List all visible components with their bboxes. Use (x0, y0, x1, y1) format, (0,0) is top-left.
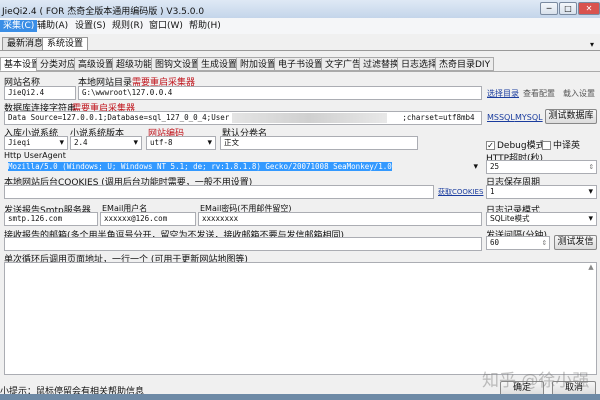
encoding-select[interactable]: utf-8 (146, 136, 216, 150)
ua-label: Http UserAgent (4, 151, 66, 160)
interval-spinner[interactable]: 60 (486, 236, 550, 250)
log-period-select[interactable]: 1 (486, 185, 597, 199)
menu-help[interactable]: 帮助(H) (186, 20, 224, 32)
email-user-input[interactable]: xxxxxx@126.com (100, 212, 196, 226)
tab-jieqi-dir-diy[interactable]: 杰奇目录DIY (435, 57, 495, 71)
ua-value: Mozilla/5.0 (Windows; U; Windows NT 5.1;… (8, 162, 392, 171)
receive-email-input[interactable] (4, 237, 482, 251)
doc-tab-system-settings[interactable]: 系统设置 (42, 37, 89, 50)
volume-input[interactable]: 正文 (220, 136, 418, 150)
choose-dir-link[interactable]: 选择目录 (487, 88, 519, 99)
minimize-button[interactable]: ─ (540, 2, 558, 15)
taskbar-edge (0, 394, 600, 400)
test-db-button[interactable]: 测试数据库 (545, 109, 597, 124)
zh-en-label: 中译英 (553, 141, 581, 151)
novel-system-select[interactable]: Jieqi (4, 136, 68, 150)
load-settings-link[interactable]: 载入设置 (563, 88, 595, 99)
menu-assist[interactable]: 辅助(A) (34, 20, 71, 32)
version-select[interactable]: 2.4 (70, 136, 142, 150)
checkbox-empty-icon (542, 141, 551, 150)
zh-en-checkbox[interactable]: 中译英 (542, 138, 580, 151)
menu-collect[interactable]: 采集(C) (0, 20, 38, 32)
title-bar: JieQi2.4 ( FOR 杰奇全版本通用编码版 ) V3.5.0.0 ─ □… (0, 0, 600, 18)
redacted-credentials (232, 113, 387, 123)
close-button[interactable]: ✕ (578, 2, 600, 15)
menu-rules[interactable]: 规则(R) (109, 20, 146, 32)
mysql-link[interactable]: MYSQL (515, 113, 543, 122)
email-pass-input[interactable]: xxxxxxxx (198, 212, 482, 226)
window-title: JieQi2.4 ( FOR 杰奇全版本通用编码版 ) V3.5.0.0 (2, 7, 205, 17)
menu-window[interactable]: 窗口(W) (146, 20, 186, 32)
smtp-input[interactable]: smtp.126.com (4, 212, 98, 226)
ua-select[interactable]: Mozilla/5.0 (Windows; U; Windows NT 5.1;… (4, 160, 482, 174)
tab-generate[interactable]: 生成设置 (197, 57, 242, 71)
maximize-button[interactable]: □ (559, 2, 577, 15)
tab-super[interactable]: 超级功能 (112, 57, 157, 71)
log-mode-select[interactable]: SQLite模式 (486, 212, 597, 226)
test-send-button[interactable]: 测试发信 (554, 235, 597, 250)
tab-ebook[interactable]: 电子书设置 (274, 57, 328, 71)
cookies-input[interactable] (4, 185, 434, 199)
textarea-scrollbar[interactable]: ▲ (586, 263, 596, 374)
menu-bar: 采集(C) 辅助(A) 设置(S) 规则(R) 窗口(W) 帮助(H) (0, 18, 600, 34)
debug-checkbox[interactable]: ✓ Debug模式 (486, 138, 545, 151)
checkbox-checked-icon: ✓ (486, 141, 495, 150)
menu-settings[interactable]: 设置(S) (72, 20, 109, 32)
db-string-start: Data Source=127.0.0.1;Database=sql_127_0… (8, 113, 248, 122)
get-cookies-link[interactable]: 获取COOKIES (438, 187, 483, 197)
local-dir-input[interactable]: G:\wwwroot\127.0.0.4 (78, 86, 482, 100)
db-string-end: ;charset=utf8mb4 (402, 113, 475, 122)
view-config-link[interactable]: 查看配置 (523, 88, 555, 99)
tab-list-dropdown-icon[interactable]: ▾ (590, 40, 594, 49)
divider (0, 50, 600, 51)
loop-url-textarea[interactable] (4, 262, 597, 375)
timeout-spinner[interactable]: 25 (486, 160, 597, 174)
site-name-input[interactable]: JieQi2.4 (4, 86, 76, 100)
debug-label: Debug模式 (497, 141, 545, 151)
watermark: 知乎 @徐小强 (482, 371, 590, 391)
mssql-link[interactable]: MSSQL (487, 113, 515, 122)
